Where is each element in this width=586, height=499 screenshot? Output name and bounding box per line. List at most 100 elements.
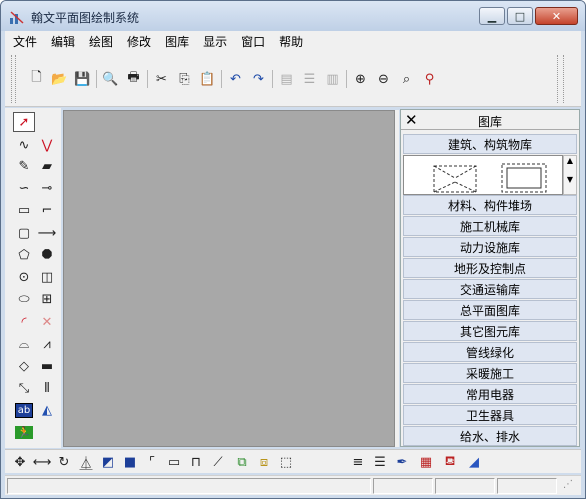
ungroup-button[interactable]: ⧈ — [255, 453, 273, 471]
snap-point-button[interactable]: ◩ — [99, 453, 117, 471]
fillet-button[interactable]: ⌜ — [143, 453, 161, 471]
table-button[interactable]: ▥ — [323, 69, 342, 89]
rectangle-tool[interactable]: ▭ — [13, 200, 35, 220]
library-category[interactable]: 采暖施工 — [403, 363, 577, 383]
library-category[interactable]: 交通运输库 — [403, 279, 577, 299]
polyline-tool[interactable]: ⋁ — [36, 135, 58, 155]
level-mark-tool[interactable]: ◭ — [36, 400, 58, 420]
menu-library[interactable]: 图库 — [165, 33, 189, 50]
canvas-splitter[interactable] — [395, 110, 399, 447]
redo-button[interactable]: ↷ — [249, 69, 268, 89]
library-category[interactable]: 施工机械库 — [403, 216, 577, 236]
arrow-line-tool[interactable]: ⟶ — [36, 223, 58, 243]
menu-window[interactable]: 窗口 — [241, 33, 265, 50]
mirror-button[interactable]: ⏅ — [77, 453, 95, 472]
library-category[interactable]: 地形及控制点 — [403, 258, 577, 278]
curve-tool[interactable]: ∽ — [13, 178, 35, 198]
resize-grip-icon[interactable]: ⋰ — [563, 479, 573, 490]
toolbar-grip-right[interactable] — [557, 55, 559, 103]
scroll-up-arrow-icon[interactable]: ▲ — [564, 156, 576, 165]
paste-button[interactable]: 📋 — [198, 69, 217, 89]
menu-file[interactable]: 文件 — [13, 33, 37, 50]
print-button[interactable]: 🖶 — [124, 69, 143, 89]
toolbar-grip-left[interactable] — [11, 55, 13, 103]
cut-button[interactable]: ✂ — [152, 69, 171, 89]
minimize-button[interactable]: ▁ — [479, 7, 505, 25]
extend-button[interactable]: ⟋ — [209, 453, 227, 471]
scroll-down-arrow-icon[interactable]: ▼ — [564, 175, 576, 184]
library-category[interactable]: 管线绿化 — [403, 342, 577, 362]
select-tool[interactable]: ➚ — [13, 112, 35, 132]
square-tool[interactable]: ◫ — [36, 267, 58, 287]
library-category[interactable]: 动力设施库 — [403, 237, 577, 257]
exit-sign-tool[interactable]: 🏃 — [13, 422, 35, 442]
diamond-tool[interactable]: ◇ — [13, 356, 35, 376]
menu-modify[interactable]: 修改 — [127, 33, 151, 50]
paint-bucket-button[interactable]: ⛾ — [441, 453, 459, 471]
library-category[interactable]: 总平面图库 — [403, 300, 577, 320]
rounded-rect-tool[interactable]: ▢ — [13, 223, 35, 243]
measure-tool[interactable]: ⤡ — [13, 378, 35, 398]
line-color-button[interactable]: ✒ — [393, 453, 411, 471]
rotate-button[interactable]: ↻ — [55, 453, 73, 471]
stretch-button[interactable]: ⟷ — [33, 453, 52, 471]
zoom-out-button[interactable]: ⊖ — [374, 69, 393, 89]
library-category[interactable]: 给水、排水 — [403, 426, 577, 446]
ellipse-tool[interactable]: ⬭ — [13, 289, 35, 309]
library-close-icon[interactable]: ✕ — [405, 111, 418, 129]
menu-view[interactable]: 显示 — [203, 33, 227, 50]
grid-tool[interactable]: ⊞ — [36, 289, 58, 309]
toolbar-separator — [96, 70, 97, 88]
library-category[interactable]: 建筑、构筑物库 — [403, 134, 577, 154]
hatch-line-tool[interactable]: ▰ — [36, 156, 58, 176]
library-preview[interactable] — [403, 155, 563, 195]
zoom-in-button[interactable]: ⊕ — [351, 69, 370, 89]
group-button[interactable]: ⧉ — [233, 453, 251, 471]
close-button[interactable]: ✕ — [535, 7, 578, 25]
fence-tool[interactable]: ⫴ — [36, 378, 58, 398]
copy-button[interactable]: ⎘ — [175, 69, 194, 89]
library-preview-scrollbar[interactable]: ▲ ▼ — [563, 155, 577, 195]
save-button[interactable]: 💾 — [73, 69, 92, 89]
stairs-tool[interactable]: ⌐ — [36, 200, 58, 220]
arc-tool[interactable]: ◜ — [13, 312, 35, 332]
line-style-button[interactable]: ≡ — [349, 453, 367, 471]
zoom-realtime-button[interactable]: ⚲ — [420, 69, 439, 89]
library-category[interactable]: 其它图元库 — [403, 321, 577, 341]
print-preview-button[interactable]: 🔍 — [101, 69, 120, 89]
gradient-button[interactable]: ◢ — [465, 453, 483, 471]
polygon-tool[interactable]: ⬠ — [13, 245, 35, 265]
break-button[interactable]: ⊓ — [187, 453, 205, 471]
freehand-tool[interactable]: ∿ — [13, 135, 35, 155]
menu-help[interactable]: 帮助 — [279, 33, 303, 50]
half-ellipse-tool[interactable]: ⌓ — [13, 334, 35, 354]
text-tool[interactable]: ab — [13, 400, 35, 420]
maximize-button[interactable]: □ — [507, 7, 533, 25]
align-button[interactable]: ☰ — [300, 69, 319, 89]
pulse-line-tool[interactable]: ⩘ — [36, 334, 58, 354]
library-category[interactable]: 常用电器 — [403, 384, 577, 404]
library-category[interactable]: 卫生器具 — [403, 405, 577, 425]
circle-tool[interactable]: ⊙ — [13, 267, 35, 287]
measure-icon: ⤡ — [18, 380, 30, 396]
menu-draw[interactable]: 绘图 — [89, 33, 113, 50]
octagon-tool[interactable]: ⯃ — [36, 245, 58, 265]
menu-edit[interactable]: 编辑 — [51, 33, 75, 50]
chamfer-button[interactable]: ▭ — [165, 453, 183, 471]
fill-button[interactable]: ■ — [121, 453, 139, 471]
undo-button[interactable]: ↶ — [226, 69, 245, 89]
pencil-tool[interactable]: ✎ — [13, 156, 35, 176]
wall-tool[interactable]: ▬ — [36, 356, 58, 376]
move-button[interactable]: ✥ — [11, 453, 29, 471]
open-file-button[interactable]: 📂 — [50, 69, 69, 89]
library-category[interactable]: 材料、构件堆场 — [403, 195, 577, 215]
select-area-button[interactable]: ⬚ — [277, 453, 295, 471]
new-file-button[interactable]: 🗋 — [27, 69, 46, 89]
dimension-line-tool[interactable]: ⊸ — [36, 178, 58, 198]
drawing-canvas[interactable] — [63, 110, 395, 447]
zoom-window-button[interactable]: ⌕ — [397, 69, 416, 89]
erase-tool[interactable]: ✕ — [36, 312, 58, 332]
layer-button[interactable]: ▤ — [277, 69, 296, 89]
line-weight-button[interactable]: ☰ — [371, 453, 389, 471]
hatch-button[interactable]: ▦ — [417, 453, 435, 471]
